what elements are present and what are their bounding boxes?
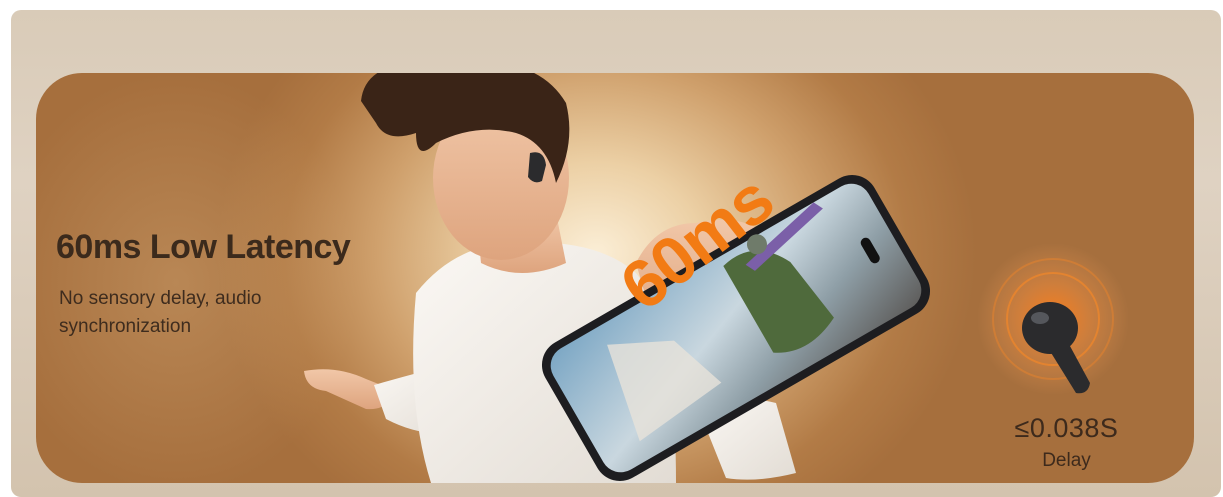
feature-headline: 60ms Low Latency	[56, 228, 351, 266]
earbud-icon	[977, 243, 1129, 395]
feature-description: No sensory delay, audio synchronization	[59, 288, 262, 337]
delay-label: Delay	[1042, 450, 1091, 471]
delay-value: ≤0.038S	[1014, 413, 1119, 443]
